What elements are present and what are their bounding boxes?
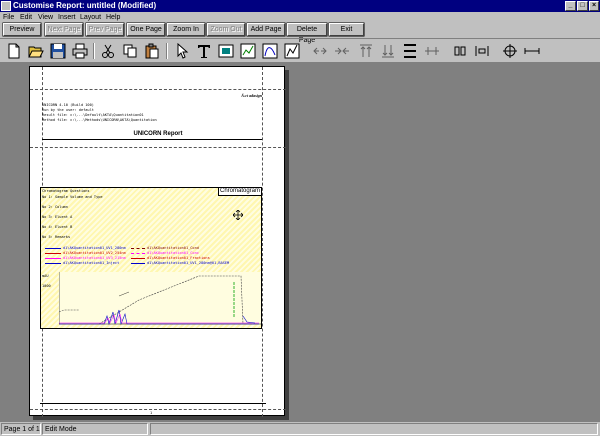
- text-icon[interactable]: [194, 41, 214, 60]
- close-button[interactable]: ×: [589, 1, 599, 11]
- chromatogram-object[interactable]: Chromatogram Chromatogram Questions No 1…: [40, 187, 262, 329]
- window-title: Customise Report: untitled (Modified): [13, 1, 157, 10]
- menu-edit[interactable]: Edit: [20, 12, 32, 23]
- resize-icon[interactable]: [522, 41, 542, 60]
- table-icon[interactable]: [282, 41, 302, 60]
- curve-icon[interactable]: [260, 41, 280, 60]
- report-canvas[interactable]: Ä‹ct adasign UNICORN 4.10 (Build 100) Ru…: [0, 62, 600, 422]
- next-page-button[interactable]: Next Page: [45, 23, 83, 36]
- menu-bar: File Edit View Insert Layout Help: [0, 12, 600, 23]
- report-page[interactable]: Ä‹ct adasign UNICORN 4.10 (Build 100) Ru…: [29, 66, 286, 417]
- menu-view[interactable]: View: [38, 12, 53, 23]
- menu-file[interactable]: File: [3, 12, 14, 23]
- print-icon[interactable]: [70, 41, 90, 60]
- application-window: Customise Report: untitled (Modified) _ …: [0, 0, 600, 436]
- paste-icon[interactable]: [142, 41, 162, 60]
- move-cursor-icon: [233, 210, 243, 220]
- copy-icon[interactable]: [120, 41, 140, 60]
- align-bottom-icon[interactable]: [378, 41, 398, 60]
- y-tick-label: 1000: [42, 284, 51, 288]
- center-horizontal-icon[interactable]: [422, 41, 442, 60]
- report-title: UNICORN Report: [133, 131, 183, 137]
- page-header-right: Ä‹ct adasign: [241, 93, 262, 98]
- minimize-button[interactable]: _: [565, 1, 576, 11]
- save-icon[interactable]: [48, 41, 68, 60]
- maximize-button[interactable]: □: [577, 1, 588, 11]
- page-number: 1: [150, 411, 153, 415]
- legend-entry: d1\AKQuantitation01_Conc: [147, 251, 199, 255]
- align-top-icon[interactable]: [356, 41, 376, 60]
- chrom-line: No 3: Eluent A: [42, 215, 73, 219]
- space-down-icon[interactable]: [500, 41, 520, 60]
- chrom-line: No 4: Eluent B: [42, 225, 73, 229]
- add-page-button[interactable]: Add Page: [247, 23, 285, 36]
- command-button-row: Preview Next Page Prev Page One Page Zoo…: [0, 23, 600, 44]
- open-folder-icon[interactable]: [26, 41, 46, 60]
- one-page-button[interactable]: One Page: [127, 23, 165, 36]
- legend-entry: d1\AKQuantitation01_UV1_280nm@01,BASEM: [147, 261, 230, 265]
- chrom-line: Chromatogram Questions: [42, 189, 90, 193]
- delete-page-button[interactable]: Delete Page: [287, 23, 327, 44]
- legend-entry: d1\AKQuantitation01_UV1_280nm: [63, 246, 126, 250]
- toolbar: [0, 38, 600, 62]
- legend-entry: d1\AKQuantitation01_Inject: [63, 261, 120, 265]
- meta-line: Run by the user: default: [42, 108, 94, 112]
- menu-layout[interactable]: Layout: [80, 12, 101, 23]
- new-document-icon[interactable]: [4, 41, 24, 60]
- align-right-icon[interactable]: [332, 41, 352, 60]
- meta-line: Result file: c:\...\Default\AKTA\Quantit…: [42, 113, 144, 117]
- zoom-out-button[interactable]: Zoom Out: [207, 23, 245, 36]
- menu-help[interactable]: Help: [106, 12, 120, 23]
- legend-entry: d1\AKQuantitation01_Fractions: [147, 256, 210, 260]
- chart-icon[interactable]: [238, 41, 258, 60]
- exit-button[interactable]: Exit: [329, 23, 364, 36]
- app-icon[interactable]: [1, 1, 11, 11]
- legend-entry: d1\AKQuantitation01_Cond: [147, 246, 199, 250]
- zoom-in-button[interactable]: Zoom In: [167, 23, 205, 36]
- chromatogram-plot: [59, 272, 261, 326]
- menu-insert[interactable]: Insert: [58, 12, 76, 23]
- preview-button[interactable]: Preview: [3, 23, 41, 36]
- chrom-line: No 1: Sample Volume and Type: [42, 195, 103, 199]
- same-height-icon[interactable]: [400, 41, 420, 60]
- chrom-line: No 5: Remarks: [42, 235, 71, 239]
- status-page: Page 1 of 1: [1, 423, 41, 435]
- image-icon[interactable]: [216, 41, 236, 60]
- center-vertical-icon[interactable]: [450, 41, 470, 60]
- meta-line: Method file: c:\...\Methods\UNICORN\AKTA…: [42, 118, 157, 122]
- y-unit-label: mAU: [42, 274, 49, 278]
- space-across-icon[interactable]: [472, 41, 492, 60]
- chrom-line: No 2: Column: [42, 205, 68, 209]
- status-mode: Edit Mode: [42, 423, 148, 435]
- status-message: [150, 423, 598, 435]
- prev-page-button[interactable]: Prev Page: [86, 23, 124, 36]
- legend-entry: d1\AKQuantitation01_UV2_254nm: [63, 251, 126, 255]
- meta-line: UNICORN 4.10 (Build 100): [42, 103, 94, 107]
- status-bar: Page 1 of 1 Edit Mode: [0, 422, 600, 436]
- cut-icon[interactable]: [98, 41, 118, 60]
- chromatogram-label: Chromatogram: [217, 188, 261, 196]
- align-left-icon[interactable]: [310, 41, 330, 60]
- title-bar: Customise Report: untitled (Modified) _ …: [0, 0, 600, 12]
- pointer-icon[interactable]: [172, 41, 192, 60]
- legend-entry: d1\AKQuantitation01_UV3_215nm: [63, 256, 126, 260]
